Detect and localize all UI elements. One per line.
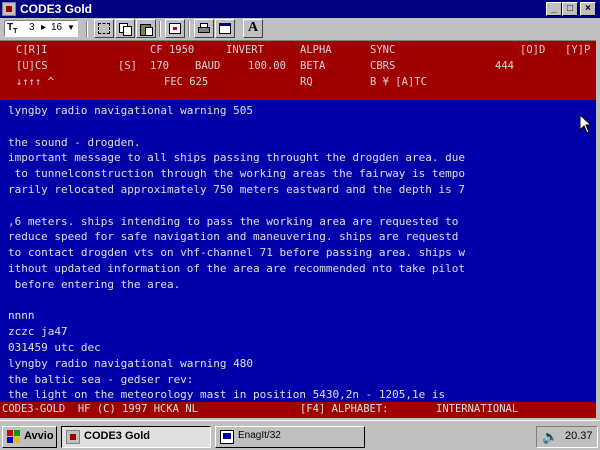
start-label: Avvio (24, 430, 54, 442)
taskbar-item-code3[interactable]: CODE3 Gold (61, 426, 211, 448)
status-od: [O]D (520, 44, 546, 56)
text-line: ithout updated information of the area a… (8, 262, 465, 275)
text-line: nnnn (8, 309, 35, 323)
clock[interactable]: 20.37 (565, 430, 593, 442)
text-line: important message to all ships passing t… (8, 151, 465, 165)
text-line: to tunnelconstruction through the workin… (8, 167, 465, 181)
status-ucs: [U]CS (16, 60, 48, 72)
copy-button[interactable] (115, 19, 135, 38)
text-line: rarily relocated approximately 750 meter… (8, 183, 465, 196)
chevron-down-icon[interactable]: ▼ (67, 23, 75, 32)
status-cbrs: CBRS (370, 60, 396, 72)
capture-icon (220, 430, 234, 444)
text-line: lyngby radio navigational warning 480 (8, 356, 254, 370)
font-size-value: 16 (51, 22, 63, 33)
font-size-select[interactable]: TT 3 ▸ 16 ▼ (4, 20, 78, 37)
speaker-icon[interactable]: 🔈 (542, 429, 558, 445)
maximize-button[interactable]: □ (562, 2, 578, 16)
system-tray: 🔈 20.37 (536, 426, 598, 448)
select-button[interactable] (94, 19, 114, 38)
title-bar: CODE3 Gold _ □ × (0, 0, 600, 18)
select-icon (98, 23, 110, 34)
app-icon[interactable] (2, 2, 16, 16)
close-button[interactable]: × (580, 2, 596, 16)
status-sync: SYNC (370, 44, 396, 56)
text-line: the light on the meteorology mast in pos… (8, 388, 446, 402)
status-rq: RQ (300, 76, 313, 88)
print-button[interactable] (194, 19, 214, 38)
chevron-right-icon: ▸ (41, 22, 47, 33)
status-yp: [Y]P (565, 44, 591, 56)
font-size-label: 3 (29, 22, 35, 33)
status-cf: CF 1950 (150, 44, 195, 56)
status-alpha: ALPHA (300, 44, 332, 56)
minimize-button[interactable]: _ (546, 2, 562, 16)
paste-icon (140, 23, 153, 36)
text-line: the baltic sea - gedser rev: (8, 372, 194, 386)
bottom-status-bar: CODE3-GOLD HF (C) 1997 HCKA NL [F4] ALPH… (0, 402, 596, 418)
status-444: 444 (495, 60, 514, 72)
start-button[interactable]: Avvio (2, 426, 57, 448)
toolbar-separator (86, 21, 88, 37)
text-line: ,6 meters. ships intending to pass the w… (8, 214, 459, 228)
status-cri: C[R]I (16, 44, 48, 56)
toolbar: TT 3 ▸ 16 ▼ A (0, 18, 600, 41)
status-atc: B ¥ [A]TC (370, 76, 427, 88)
text-line: the sound - drogden. (8, 135, 141, 149)
status-baud-label: BAUD (195, 60, 221, 72)
move-icon (169, 23, 181, 34)
status-speed: 170 (150, 60, 169, 72)
app-icon (66, 430, 80, 444)
copyright-text: CODE3-GOLD HF (C) 1997 HCKA NL (2, 403, 198, 415)
text-line: reduce speed for safe navigation and man… (8, 230, 459, 244)
status-s: [S] (118, 60, 137, 72)
taskbar-item-enaglt[interactable]: EnagIt/32 (215, 426, 365, 448)
status-invert: INVERT (226, 44, 264, 56)
paste-button[interactable] (136, 19, 156, 38)
print-icon (198, 23, 210, 34)
font-icon: TT (7, 22, 18, 35)
copy-icon (119, 23, 132, 36)
toolbar-separator (159, 21, 161, 37)
windows-logo-icon (7, 430, 21, 444)
decoded-text-area[interactable]: lyngby radio navigational warning 505 the… (0, 100, 596, 402)
window-icon (219, 23, 231, 34)
text-line: to contact drogden vts on vhf-channel 71… (8, 246, 465, 260)
status-fec: FEC 625 (164, 76, 209, 88)
window-button[interactable] (215, 19, 235, 38)
mouse-cursor-icon (580, 115, 592, 134)
taskbar: Avvio CODE3 Gold EnagIt/32 🔈 20.37 (0, 420, 600, 450)
alphabet-hotkey: [F4] ALPHABET: (300, 403, 389, 415)
move-button[interactable] (165, 19, 185, 38)
taskbar-item-label: EnagIt/32 (238, 430, 281, 441)
bold-button[interactable]: A (243, 19, 263, 38)
text-line: lyngby radio navigational warning 505 (8, 104, 254, 117)
status-beta: BETA (300, 60, 326, 72)
window-border (596, 40, 600, 420)
text-line: before entering the area. (8, 277, 181, 291)
status-arrows: ↓↑↑↑ ^ (16, 76, 54, 88)
window-title: CODE3 Gold (20, 2, 93, 16)
taskbar-item-label: CODE3 Gold (84, 430, 151, 442)
text-line: zczc ja47 (8, 325, 68, 339)
alphabet-value: INTERNATIONAL (436, 403, 519, 415)
toolbar-separator (188, 21, 190, 37)
status-baud-value: 100.00 (248, 60, 286, 72)
status-panel: C[R]I CF 1950 INVERT ALPHA SYNC [O]D [Y]… (0, 41, 600, 100)
text-line: 031459 utc dec (8, 341, 101, 354)
